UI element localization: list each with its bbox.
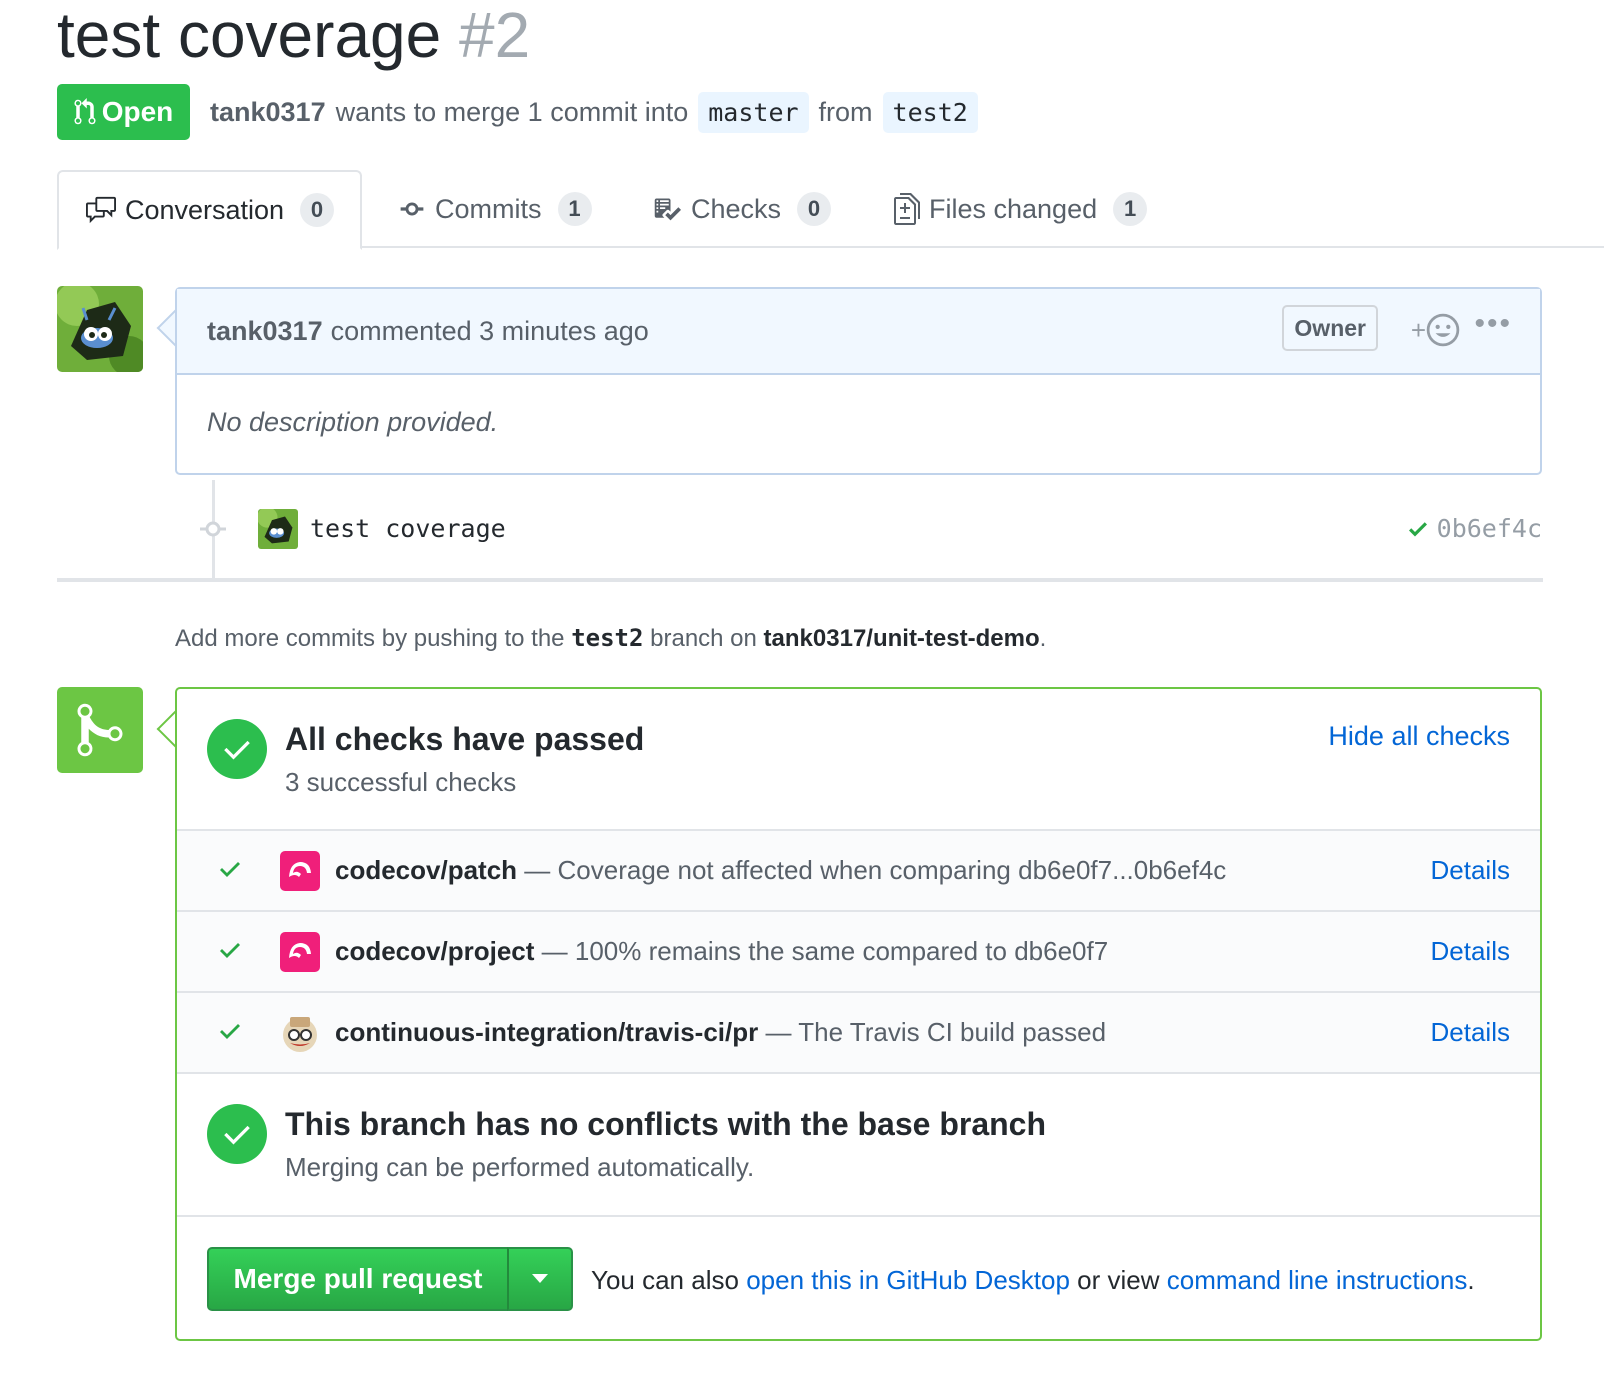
commit-author-avatar[interactable] bbox=[258, 509, 298, 549]
tab-conversation-label: Conversation bbox=[124, 194, 285, 225]
pr-number: #2 bbox=[459, 0, 531, 71]
check-description: — Coverage not affected when comparing d… bbox=[524, 855, 1227, 885]
comment-discussion-icon bbox=[85, 196, 116, 224]
avatar-image bbox=[57, 286, 143, 372]
comment-author-link[interactable]: tank0317 bbox=[207, 316, 323, 347]
checks-passed-icon bbox=[207, 719, 267, 779]
diff-icon bbox=[894, 193, 920, 225]
check-row: codecov/project — 100% remains the same … bbox=[177, 912, 1540, 993]
merge-alternatives-note: You can also open this in GitHub Desktop… bbox=[591, 1265, 1475, 1296]
pr-state-label: Open bbox=[101, 96, 174, 127]
commit-sha: 0b6ef4c bbox=[1405, 514, 1542, 543]
merge-pull-request-button[interactable]: Merge pull request bbox=[207, 1247, 509, 1311]
codecov-icon bbox=[280, 932, 320, 972]
check-name: codecov/project bbox=[335, 936, 535, 966]
check-list: codecov/patch — Coverage not affected wh… bbox=[177, 829, 1540, 1074]
conflicts-title: This branch has no conflicts with the ba… bbox=[285, 1106, 1047, 1142]
checklist-icon bbox=[654, 198, 681, 221]
comment-header: tank0317 commented 3 minutes ago Owner +… bbox=[177, 289, 1540, 375]
codecov-icon bbox=[280, 851, 320, 891]
check-text: continuous-integration/travis-ci/pr — Th… bbox=[335, 1017, 1106, 1048]
kebab-horizontal-icon[interactable]: ••• bbox=[1474, 307, 1512, 341]
timeline-divider bbox=[57, 578, 1543, 582]
push-hint-prefix: Add more commits by pushing to the bbox=[175, 625, 565, 652]
command-line-instructions-link[interactable]: command line instructions bbox=[1167, 1265, 1468, 1295]
tab-conversation-count: 0 bbox=[300, 193, 335, 227]
tab-commits[interactable]: Commits 1 bbox=[397, 170, 592, 248]
pr-meta: tank0317 wants to merge 1 commit into ma… bbox=[210, 88, 988, 136]
author-avatar[interactable] bbox=[57, 286, 143, 372]
comment-body: No description provided. bbox=[207, 407, 499, 437]
check-icon[interactable] bbox=[1405, 517, 1431, 541]
head-branch[interactable]: test2 bbox=[882, 91, 978, 133]
travis-icon bbox=[280, 1013, 320, 1053]
check-description: — 100% remains the same compared to db6e… bbox=[541, 936, 1109, 966]
push-hint: Add more commits by pushing to the test2… bbox=[175, 624, 1046, 653]
merge-note-prefix: You can also bbox=[591, 1265, 739, 1295]
check-row: continuous-integration/travis-ci/pr — Th… bbox=[177, 993, 1540, 1074]
check-text: codecov/patch — Coverage not affected wh… bbox=[335, 855, 1226, 886]
tab-checks[interactable]: Checks 0 bbox=[651, 170, 832, 248]
pr-title: test coverage #2 bbox=[57, 0, 530, 74]
owner-badge: Owner bbox=[1282, 305, 1378, 351]
checks-subtitle: 3 successful checks bbox=[285, 767, 517, 797]
check-description: — The Travis CI build passed bbox=[765, 1017, 1107, 1047]
tab-files-changed-count: 1 bbox=[1113, 192, 1148, 226]
git-pull-request-icon bbox=[74, 98, 96, 125]
git-commit-icon bbox=[200, 521, 226, 537]
commit-sha-link[interactable]: 0b6ef4c bbox=[1437, 514, 1542, 543]
push-hint-repo: tank0317/unit-test-demo bbox=[763, 625, 1040, 652]
check-details-link[interactable]: Details bbox=[1431, 855, 1510, 886]
comment-action-text[interactable]: commented 3 minutes ago bbox=[331, 316, 649, 347]
git-merge-icon bbox=[77, 703, 123, 757]
checks-title: All checks have passed bbox=[285, 721, 645, 757]
merge-note-suffix: . bbox=[1467, 1265, 1475, 1295]
check-text: codecov/project — 100% remains the same … bbox=[335, 936, 1108, 967]
pr-comment: tank0317 commented 3 minutes ago Owner +… bbox=[175, 287, 1542, 475]
push-hint-suffix: . bbox=[1039, 625, 1047, 652]
pr-from-text: from bbox=[818, 96, 873, 127]
tab-commits-count: 1 bbox=[557, 192, 592, 226]
check-name: continuous-integration/travis-ci/pr bbox=[335, 1017, 759, 1047]
triangle-down-icon bbox=[532, 1274, 548, 1283]
pr-author-link[interactable]: tank0317 bbox=[210, 97, 326, 128]
push-hint-middle: branch on bbox=[650, 625, 757, 652]
smiley-icon bbox=[1426, 313, 1460, 347]
commit-message-link[interactable]: test coverage bbox=[310, 514, 506, 543]
check-icon bbox=[220, 1024, 240, 1039]
tab-checks-count: 0 bbox=[797, 192, 832, 226]
check-icon bbox=[220, 862, 240, 877]
conflicts-subtitle: Merging can be performed automatically. bbox=[285, 1152, 755, 1182]
hide-all-checks-link[interactable]: Hide all checks bbox=[1328, 721, 1510, 752]
merge-actions: Merge pull request You can also open thi… bbox=[177, 1215, 1540, 1339]
no-conflicts-icon bbox=[207, 1104, 267, 1164]
pr-merge-text: wants to merge 1 commit into bbox=[335, 96, 689, 127]
merge-note-middle: or view bbox=[1077, 1265, 1160, 1295]
check-row: codecov/patch — Coverage not affected wh… bbox=[177, 831, 1540, 912]
tab-checks-label: Checks bbox=[691, 193, 782, 224]
tab-files-changed-label: Files changed bbox=[929, 193, 1098, 224]
pr-state-badge: Open bbox=[57, 84, 190, 140]
tab-conversation[interactable]: Conversation 0 bbox=[57, 170, 362, 250]
add-reaction-button[interactable]: + bbox=[1411, 313, 1460, 347]
merge-box: All checks have passed 3 successful chec… bbox=[175, 687, 1542, 1341]
check-name: codecov/patch bbox=[335, 855, 518, 885]
check-details-link[interactable]: Details bbox=[1431, 936, 1510, 967]
base-branch[interactable]: master bbox=[698, 91, 809, 133]
tab-files-changed[interactable]: Files changed 1 bbox=[893, 170, 1148, 248]
merge-status-icon-box bbox=[57, 687, 143, 773]
git-commit-icon bbox=[400, 202, 424, 216]
push-hint-branch: test2 bbox=[571, 624, 644, 652]
check-details-link[interactable]: Details bbox=[1431, 1017, 1510, 1048]
merge-method-dropdown-button[interactable] bbox=[507, 1247, 573, 1311]
pr-title-text: test coverage bbox=[57, 0, 442, 71]
reaction-plus: + bbox=[1410, 314, 1426, 345]
check-icon bbox=[220, 943, 240, 958]
tab-commits-label: Commits bbox=[435, 193, 542, 224]
open-in-desktop-link[interactable]: open this in GitHub Desktop bbox=[746, 1265, 1070, 1295]
avatar-image bbox=[258, 509, 298, 549]
pr-tabs: Conversation 0 Commits 1 Checks 0 Files … bbox=[57, 170, 1604, 250]
